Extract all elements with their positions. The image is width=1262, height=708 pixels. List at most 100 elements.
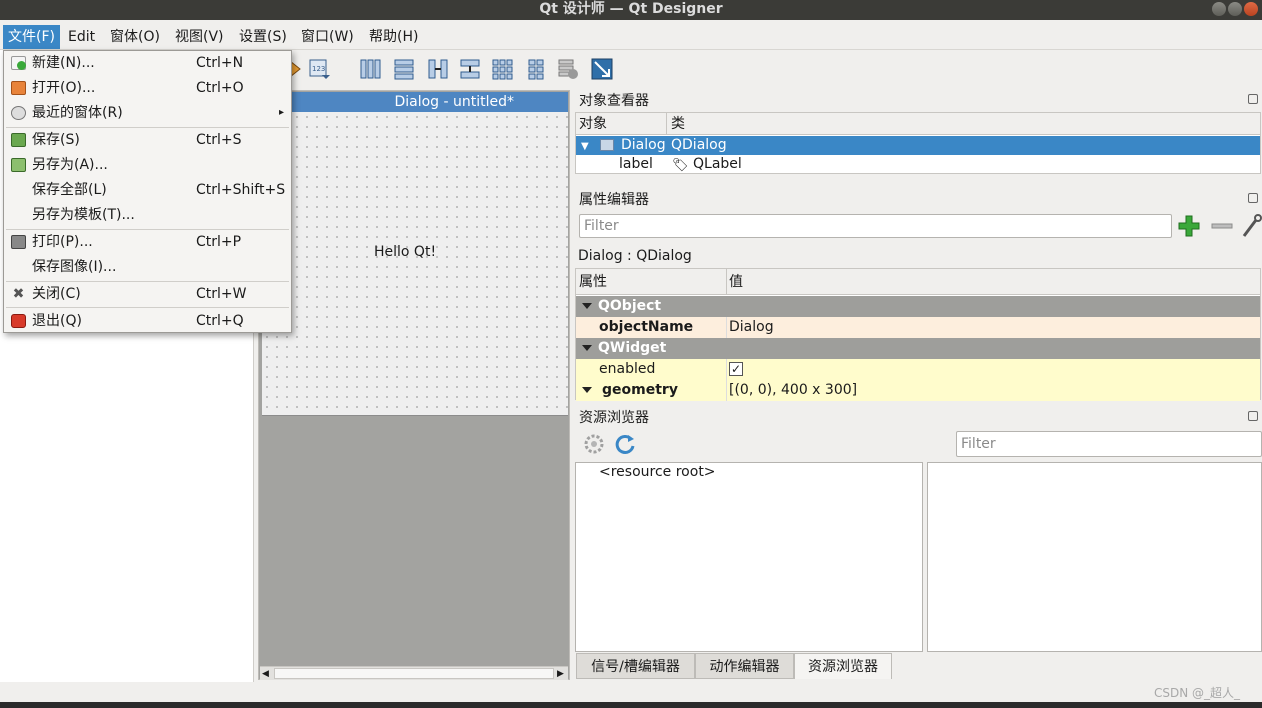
form-toolbar: 123	[262, 50, 1262, 88]
hello-label[interactable]: Hello Qt!	[374, 244, 436, 260]
menu-item-new[interactable]: 新建(N)... Ctrl+N	[4, 51, 291, 75]
tab-resource-browser[interactable]: 资源浏览器	[794, 653, 892, 679]
menu-form[interactable]: 窗体(O)	[105, 25, 165, 49]
property-context-label: Dialog : QDialog	[578, 248, 692, 264]
menu-item-print[interactable]: 打印(P)... Ctrl+P	[4, 230, 291, 254]
layout-form-icon[interactable]	[524, 57, 548, 81]
col-property-header[interactable]: 属性	[579, 269, 607, 295]
property-name: objectName	[599, 319, 694, 335]
menu-item-exit[interactable]: 退出(Q) Ctrl+Q	[4, 309, 291, 333]
object-inspector-float-icon[interactable]	[1248, 94, 1258, 104]
layout-horizontal-icon[interactable]	[358, 57, 382, 81]
col-value-header[interactable]: 值	[729, 269, 743, 295]
property-editor-title: 属性编辑器	[579, 192, 649, 208]
recent-icon	[11, 106, 26, 120]
scroll-left-arrow-icon[interactable]: ◀	[262, 669, 269, 679]
open-folder-icon	[11, 81, 26, 95]
menu-item-save-image[interactable]: 保存图像(I)...	[4, 255, 291, 279]
menu-help[interactable]: 帮助(H)	[364, 25, 423, 49]
menu-item-close[interactable]: ✖ 关闭(C) Ctrl+W	[4, 282, 291, 306]
property-table-header: 属性 值	[576, 269, 1260, 295]
menu-item-save[interactable]: 保存(S) Ctrl+S	[4, 128, 291, 152]
submenu-arrow-icon: ▸	[279, 107, 285, 118]
menu-view[interactable]: 视图(V)	[170, 25, 229, 49]
menu-window[interactable]: 窗口(W)	[296, 25, 359, 49]
property-row-objectname[interactable]: objectName Dialog	[576, 317, 1260, 338]
new-file-icon	[11, 56, 26, 70]
scrollbar-thumb[interactable]	[274, 668, 554, 679]
menu-bar: 文件(F) Edit 窗体(O) 视图(V) 设置(S) 窗口(W) 帮助(H)	[0, 22, 1262, 50]
tree-class-name: QLabel	[693, 156, 742, 172]
property-name: geometry	[602, 382, 678, 398]
edit-resources-gear-icon[interactable]	[583, 433, 605, 455]
layout-splitter-v-icon[interactable]	[458, 57, 482, 81]
resource-root-item[interactable]: <resource root>	[599, 464, 716, 480]
menu-edit[interactable]: Edit	[63, 25, 100, 49]
menu-item-open[interactable]: 打开(O)... Ctrl+O	[4, 76, 291, 100]
col-class-header[interactable]: 类	[671, 113, 685, 135]
file-menu-dropdown: 新建(N)... Ctrl+N 打开(O)... Ctrl+O 最近的窗体(R)…	[3, 50, 292, 333]
resource-tree: <resource root>	[575, 462, 923, 652]
menu-item-save-all[interactable]: 保存全部(L) Ctrl+Shift+S	[4, 178, 291, 202]
property-editor-float-icon[interactable]	[1248, 193, 1258, 203]
menu-item-save-as-template[interactable]: 另存为模板(T)...	[4, 203, 291, 227]
status-bar	[0, 682, 1262, 702]
printer-icon	[11, 235, 26, 249]
layout-vertical-icon[interactable]	[392, 57, 416, 81]
adjust-size-icon[interactable]	[590, 57, 614, 81]
screen-edge	[0, 702, 1262, 708]
expand-arrow-icon[interactable]	[582, 387, 592, 393]
group-name: QWidget	[598, 340, 667, 356]
menu-item-save-as[interactable]: 另存为(A)...	[4, 153, 291, 177]
property-filter-input[interactable]: Filter	[579, 214, 1172, 238]
svg-text:123: 123	[312, 65, 325, 73]
property-value[interactable]: Dialog	[729, 317, 774, 338]
expand-arrow-icon[interactable]: ▼	[581, 137, 589, 156]
enabled-checkbox[interactable]: ✓	[729, 362, 743, 376]
layout-splitter-h-icon[interactable]	[426, 57, 450, 81]
form-window-title: Dialog - untitled*	[394, 94, 514, 110]
menu-file[interactable]: 文件(F)	[3, 25, 60, 49]
property-row-enabled[interactable]: enabled ✓	[576, 359, 1260, 380]
object-inspector-header: 对象 类	[576, 113, 1260, 135]
tree-class-name: QDialog	[671, 137, 727, 153]
reload-icon[interactable]	[614, 433, 636, 455]
tree-object-name: Dialog	[621, 137, 666, 153]
form-window-titlebar[interactable]: Dialog - untitled*	[262, 92, 568, 112]
scroll-right-arrow-icon[interactable]: ▶	[557, 669, 564, 679]
minimize-button[interactable]	[1212, 2, 1226, 16]
form-canvas[interactable]	[262, 112, 568, 416]
tab-signal-slot-editor[interactable]: 信号/槽编辑器	[576, 653, 695, 679]
maximize-button[interactable]	[1228, 2, 1242, 16]
group-name: QObject	[598, 298, 662, 314]
tree-object-name: label	[619, 156, 653, 172]
layout-grid-icon[interactable]	[490, 57, 514, 81]
resource-browser-title: 资源浏览器	[579, 410, 649, 426]
collapse-arrow-icon[interactable]	[582, 345, 592, 351]
tree-row-dialog[interactable]: ▼ Dialog QDialog	[576, 136, 1260, 155]
collapse-arrow-icon[interactable]	[582, 303, 592, 309]
menu-settings[interactable]: 设置(S)	[234, 25, 292, 49]
resource-filter-input[interactable]: Filter	[956, 431, 1262, 457]
add-property-icon[interactable]	[1177, 214, 1201, 238]
edit-buddies-icon[interactable]: 123	[308, 57, 332, 81]
exit-icon	[11, 314, 26, 328]
break-layout-icon[interactable]	[556, 57, 580, 81]
col-object-header[interactable]: 对象	[579, 113, 607, 135]
close-icon: ✖	[12, 286, 25, 302]
remove-property-icon[interactable]	[1210, 218, 1234, 234]
group-row-qwidget[interactable]: QWidget	[576, 338, 1260, 359]
menu-item-recent-forms[interactable]: 最近的窗体(R) ▸	[4, 101, 291, 125]
configure-wrench-icon[interactable]	[1241, 214, 1262, 238]
resource-browser-float-icon[interactable]	[1248, 411, 1258, 421]
menu-separator	[6, 307, 289, 308]
watermark-text: CSDN @_超人_	[1154, 686, 1241, 700]
tree-row-label[interactable]: label 🏷 QLabel	[576, 155, 1260, 174]
close-window-button[interactable]	[1244, 2, 1258, 16]
group-row-qobject[interactable]: QObject	[576, 296, 1260, 317]
property-row-geometry[interactable]: geometry [(0, 0), 400 x 300]	[576, 380, 1260, 401]
property-value[interactable]: [(0, 0), 400 x 300]	[729, 380, 857, 401]
tab-action-editor[interactable]: 动作编辑器	[695, 653, 794, 679]
save-as-icon	[11, 158, 26, 172]
mdi-horizontal-scrollbar[interactable]: ◀ ▶	[260, 666, 568, 680]
